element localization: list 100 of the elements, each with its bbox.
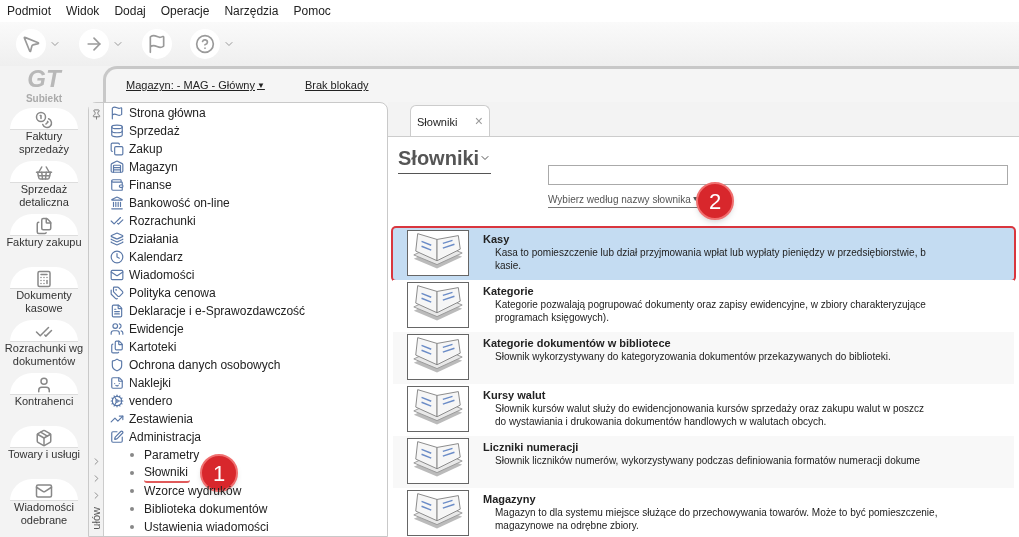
layers-icon xyxy=(110,232,124,246)
caret-icon: ▼ xyxy=(257,79,265,92)
nav-item[interactable]: Rozrachunki xyxy=(104,212,387,230)
nav-item[interactable]: Magazyn xyxy=(104,158,387,176)
tags-icon xyxy=(110,286,124,300)
coins-icon xyxy=(35,111,53,129)
clock-icon xyxy=(110,250,124,264)
module-button[interactable]: Dokumenty kasowe xyxy=(0,265,88,318)
logo-mark: GT xyxy=(27,67,61,91)
nav-subitem[interactable]: Biblioteka dokumentów xyxy=(144,500,268,518)
module-button[interactable]: Faktury sprzedaży xyxy=(0,106,88,159)
page-title[interactable]: Słowniki xyxy=(398,143,492,174)
nav-subitem[interactable]: Słowniki xyxy=(144,463,190,483)
logo-name: Subiekt xyxy=(25,92,63,106)
dictionary-row[interactable]: Kategorie dokumentów w bibliotece Słownik wykorzystywany do kategoryzowania dokumentów przekazywanych do biblioteki. xyxy=(393,332,1014,384)
description-line: do wystawiania i drukowania dokumentów handlowych w walutach obcych. xyxy=(495,415,828,428)
module-button[interactable]: Wiadomości odebrane xyxy=(0,477,88,530)
nav-subitem[interactable]: Wzorce wydruków xyxy=(144,482,242,500)
menu-item[interactable]: Operacje xyxy=(160,2,210,20)
wallet-icon xyxy=(110,178,124,192)
menu-item[interactable]: Podmiot xyxy=(7,2,52,20)
binder-icon xyxy=(407,438,469,484)
pointer-icon xyxy=(21,34,41,54)
help-icon xyxy=(195,34,215,54)
pin-icon[interactable] xyxy=(90,109,102,120)
dictionary-name: Kategorie dokumentów w bibliotece xyxy=(483,336,672,350)
bullet-icon xyxy=(130,453,134,457)
tab[interactable]: Słowniki × xyxy=(410,105,490,136)
module-button[interactable]: Towary i usługi xyxy=(0,424,88,477)
menu-item[interactable]: Widok xyxy=(66,2,100,20)
nav-item[interactable]: Ochrona danych osobowych xyxy=(104,356,387,374)
dictionary-name: Kasy xyxy=(483,232,511,246)
search-field[interactable] xyxy=(548,165,1008,185)
warehouse-icon xyxy=(110,160,124,174)
documents-icon xyxy=(35,217,53,235)
nav-item[interactable]: Wiadomości xyxy=(104,266,387,284)
users-icon xyxy=(110,322,124,336)
dictionary-row[interactable]: Kasy Kasa to pomieszczenie lub dział przyjmowania wpłat lub wypłaty pieniędzy w przedsiębiorstwie, b kasie. xyxy=(393,228,1014,280)
person-icon xyxy=(35,376,53,394)
edit-icon xyxy=(110,430,124,444)
bank-icon xyxy=(110,196,124,210)
check-icon xyxy=(110,214,124,228)
nav-item[interactable]: Polityka cenowa xyxy=(104,284,387,302)
description-line: Słownik wykorzystywany do kategoryzowania dokumentów przekazywanych do biblioteki. xyxy=(495,350,891,363)
binder-icon xyxy=(407,490,469,536)
nav-item[interactable]: Deklaracje i e-Sprawozdawczość xyxy=(104,302,387,320)
nav-item[interactable]: Administracja xyxy=(104,428,387,446)
shield-icon xyxy=(110,358,124,372)
nav-subitem[interactable]: Ustawienia wiadomości xyxy=(144,518,269,536)
bullet-icon xyxy=(130,507,134,511)
nav-item[interactable]: Bankowość on-line xyxy=(104,194,387,212)
nav-item[interactable]: Kalendarz xyxy=(104,248,387,266)
dictionary-row[interactable]: Liczniki numeracji Słownik liczników numerów, wykorzystywany podczas definiowania formatów numeracji dokume xyxy=(393,436,1014,488)
dictionary-name: Liczniki numeracji xyxy=(483,440,580,454)
module-button[interactable]: Kontrahenci xyxy=(0,371,88,424)
nav-item[interactable]: Finanse xyxy=(104,176,387,194)
flag-icon xyxy=(110,106,124,120)
menu-item[interactable]: Dodaj xyxy=(114,2,146,20)
lock-link[interactable]: Brak blokady xyxy=(304,77,369,94)
description-line: magazynowe na odrębne zbiory. xyxy=(495,519,640,532)
description-line: Magazyn to dla systemu miejsce służące do przechowywania towarów. Może to być pomieszczenie, xyxy=(495,506,938,519)
callout-badge: 2 xyxy=(696,182,734,220)
nav-item[interactable]: Zakup xyxy=(104,140,387,158)
files-icon xyxy=(110,340,124,354)
bullet-icon xyxy=(130,525,134,529)
description-line: Słownik kursów walut służy do ewidencjonowania kursów sprzedaży oraz zakupu walut w poszcz xyxy=(495,402,925,415)
flag-icon xyxy=(147,34,167,54)
nav-item[interactable]: Strona główna xyxy=(104,104,387,122)
nav-item[interactable]: Kartoteki xyxy=(104,338,387,356)
module-button[interactable]: Sprzedaż detaliczna xyxy=(0,159,88,212)
description-line: Kategorie pozwalają pogrupować dokumenty oraz zapisy ewidencyjne, w zbiory charakteryzujące xyxy=(495,298,926,311)
binder-icon xyxy=(407,386,469,432)
description-line: Słownik liczników numerów, wykorzystywany podczas definiowania formatów numeracji dokume xyxy=(495,454,921,467)
document-icon xyxy=(110,304,124,318)
nav-subitem[interactable]: Parametry xyxy=(144,446,200,464)
nav-item[interactable]: Naklejki xyxy=(104,374,387,392)
nav-item[interactable]: Ewidencje xyxy=(104,320,387,338)
binder-icon xyxy=(407,282,469,328)
envelope-icon xyxy=(110,268,124,282)
dictionary-name: Magazyny xyxy=(483,492,537,506)
gear-icon xyxy=(110,394,124,408)
nav-item[interactable]: Działania xyxy=(104,230,387,248)
description-line: programach księgowych). xyxy=(495,311,610,324)
nav-item[interactable]: vendero xyxy=(104,392,387,410)
module-button[interactable]: Rozrachunki wg dokumentów xyxy=(0,318,88,371)
warehouse-link[interactable]: Magazyn: - MAG - Główny ▼ xyxy=(126,77,265,94)
documents-icon xyxy=(110,142,124,156)
menu-item[interactable]: Pomoc xyxy=(293,2,331,20)
binder-icon xyxy=(407,230,469,276)
nav-item[interactable]: Zestawienia xyxy=(104,410,387,428)
dictionary-name: Kursy walut xyxy=(483,388,547,402)
nav-item[interactable]: Sprzedaż xyxy=(104,122,387,140)
bullet-icon xyxy=(130,489,134,493)
basket-icon xyxy=(35,164,53,182)
menu-item[interactable]: Narzędzia xyxy=(224,2,279,20)
envelope-icon xyxy=(35,482,53,500)
description-line: kasie. xyxy=(495,259,523,272)
dictionary-name: Kategorie xyxy=(483,284,535,298)
strip-label: ułów xyxy=(88,507,103,530)
module-button[interactable]: Faktury zakupu xyxy=(0,212,88,265)
